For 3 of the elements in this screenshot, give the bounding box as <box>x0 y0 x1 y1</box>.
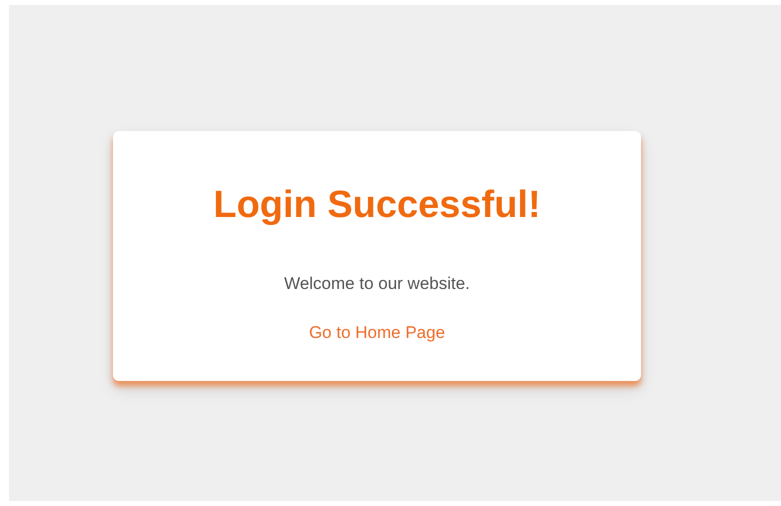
home-page-link[interactable]: Go to Home Page <box>308 320 446 346</box>
welcome-message: Welcome to our website. <box>283 272 471 295</box>
success-title: Login Successful! <box>212 185 542 227</box>
